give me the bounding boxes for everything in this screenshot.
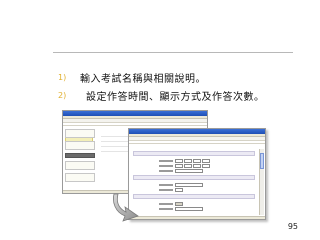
- window-addressbar: [63, 123, 207, 126]
- step-1: 1) 輸入考試名稱與相關說明。: [58, 68, 265, 86]
- form-row: [159, 187, 255, 192]
- steps-list: 1) 輸入考試名稱與相關說明。 2) 設定作答時間、顯示方式及作答次數。: [58, 68, 265, 104]
- scrollbar[interactable]: [259, 149, 264, 215]
- settings-form: [133, 149, 255, 213]
- top-rule: [53, 52, 293, 53]
- step-2-number: 2): [58, 90, 67, 100]
- scrollbar-thumb[interactable]: [260, 153, 264, 169]
- form-section: [133, 151, 255, 156]
- page-number: 95: [287, 222, 298, 231]
- form-section: [133, 194, 255, 199]
- screenshot-exam-settings: [128, 128, 266, 220]
- left-pane: [65, 129, 95, 188]
- step-1-text: 輸入考試名稱與相關說明。: [80, 73, 206, 85]
- form-row: [159, 206, 255, 211]
- curved-arrow-icon: [113, 193, 139, 222]
- step-2: 2) 設定作答時間、顯示方式及作答次數。: [58, 86, 265, 104]
- window-addressbar: [129, 141, 265, 144]
- step-1-number: 1): [58, 72, 67, 82]
- form-row: [159, 168, 255, 173]
- form-section: [133, 175, 255, 180]
- window-statusbar: [129, 216, 265, 219]
- step-2-text: 設定作答時間、顯示方式及作答次數。: [86, 91, 265, 103]
